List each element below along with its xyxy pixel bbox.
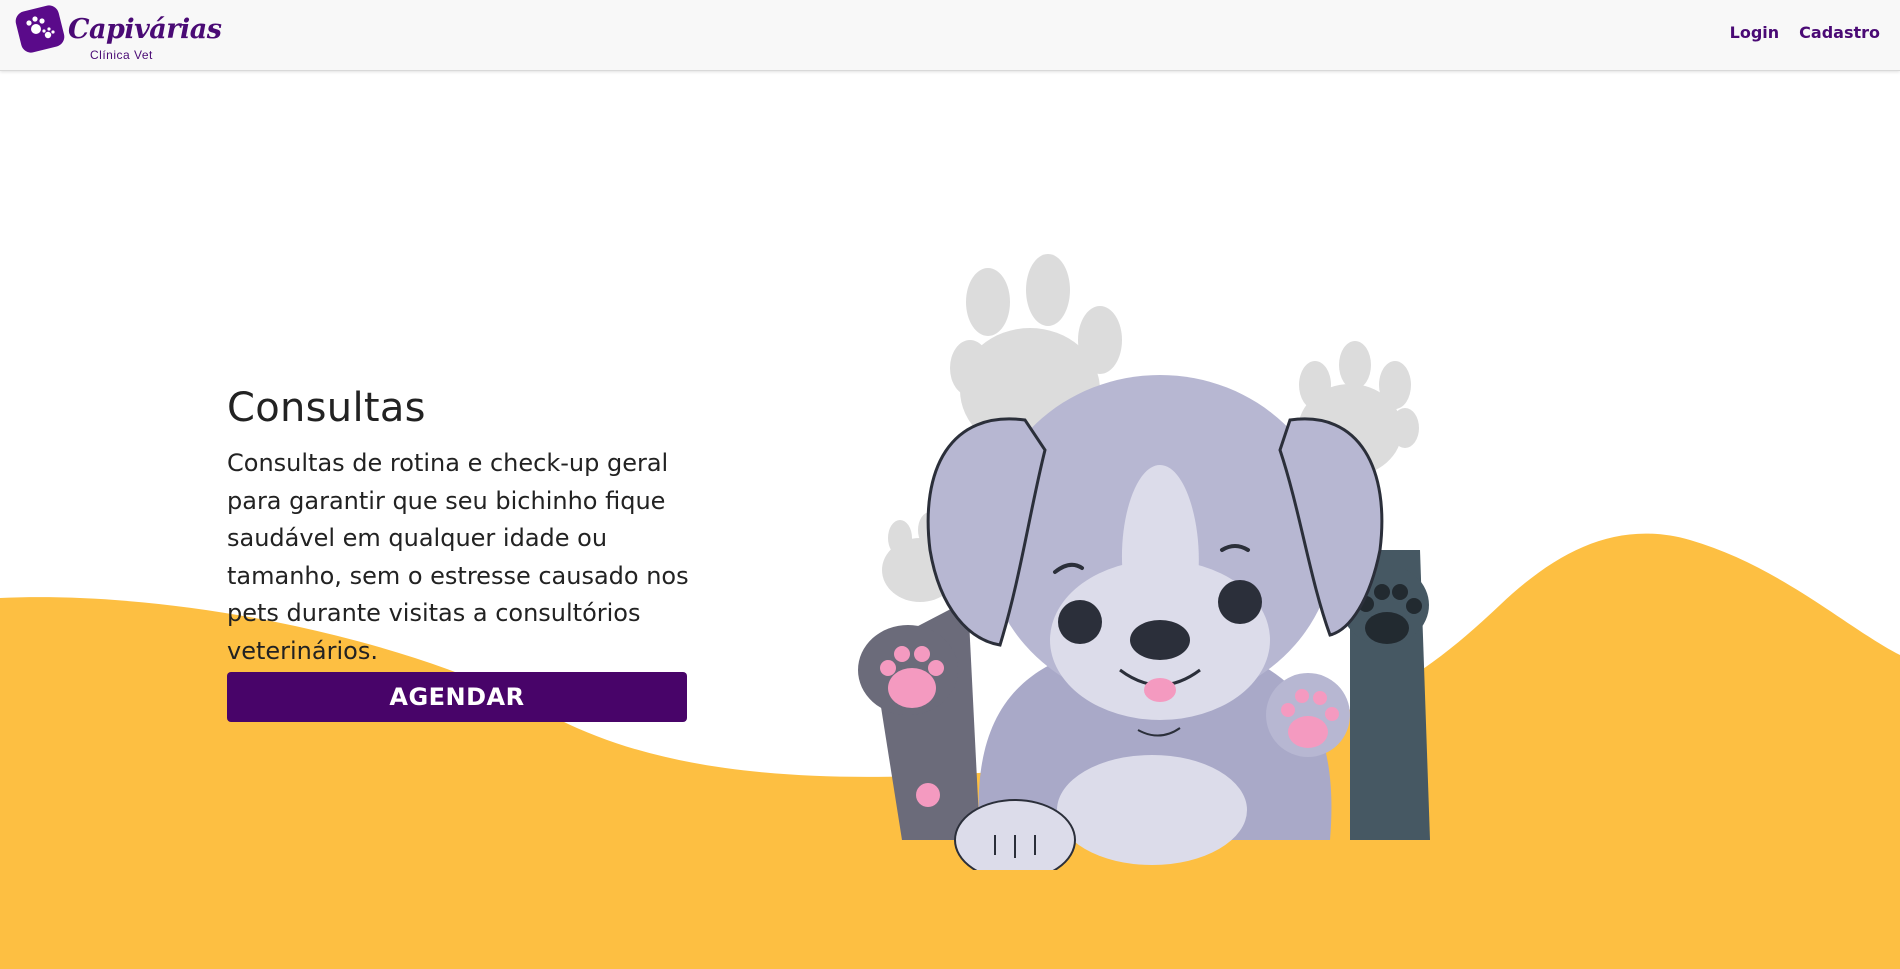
nav-links: Login Cadastro (1730, 23, 1880, 42)
navbar: Capivárias Clínica Vet Login Cadastro (0, 0, 1900, 71)
puppy-illustration (858, 254, 1430, 870)
hero-description: Consultas de rotina e check-up geral par… (227, 449, 689, 665)
paw-logo-icon (15, 5, 65, 53)
brand-logo[interactable]: Capivárias Clínica Vet (14, 4, 222, 64)
brand-subtitle: Clínica Vet (90, 48, 153, 62)
schedule-button[interactable]: AGENDAR (227, 672, 687, 722)
signup-link[interactable]: Cadastro (1799, 23, 1880, 42)
login-link[interactable]: Login (1730, 23, 1780, 42)
hero-title: Consultas (227, 385, 426, 431)
hero-content: Consultas Consultas de rotina e check-up… (227, 385, 727, 722)
brand-name: Capivárias (68, 14, 222, 45)
